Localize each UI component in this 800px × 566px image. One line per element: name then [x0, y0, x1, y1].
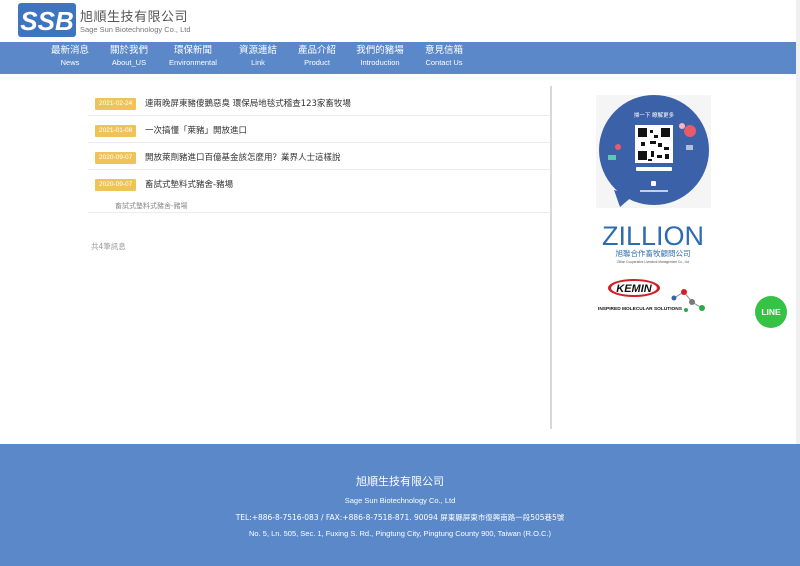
zillion-graphic: ZILLION 旭聯合作畜牧顧問公司 Zillion Cooperative L…	[602, 221, 704, 264]
nav-label-en: Introduction	[360, 58, 400, 67]
top-bar: SSB 旭順生技有限公司 Sage Sun Biotechnology Co.,…	[0, 0, 800, 42]
footer-company-en: Sage Sun Biotechnology Co., Ltd	[344, 496, 456, 505]
news-item[interactable]: 2021-02-24 連兩晚屏東豬傻鵝惡臭 環保局地毯式稽查123家畜牧場	[88, 89, 550, 116]
kemin-logo[interactable]: KEMIN INSPIRED MOLECULAR SOLUTIONS	[596, 276, 711, 318]
news-item[interactable]: 2020-09-07 開放萊劑豬進口百億基金該怎麼用？業界人士這樣說	[88, 143, 550, 170]
footer-company-cn: 旭順生技有限公司	[356, 475, 444, 488]
footer: 旭順生技有限公司 Sage Sun Biotechnology Co., Ltd…	[0, 444, 800, 566]
company-name-en: Sage Sun Biotechnology Co., Ltd	[80, 25, 191, 34]
news-date-badge: 2020-09-07	[95, 179, 137, 191]
logo-letters: SSB	[20, 6, 73, 36]
nav-label-en: News	[60, 58, 80, 67]
nav-item-about[interactable]: 關於我們 About_US	[102, 44, 156, 72]
ssb-logo[interactable]: SSB	[18, 3, 76, 37]
nav-item-product[interactable]: 產品介紹 Product	[291, 44, 343, 72]
nav-label-cn: 產品介紹	[297, 45, 336, 56]
news-title-link[interactable]: 開放萊劑豬進口百億基金該怎麼用？業界人士這樣說	[145, 151, 341, 163]
main-nav: 最新消息 News 關於我們 About_US 環保新聞 Environment…	[0, 42, 800, 74]
news-subtitle: 畜試式墊料式豬舍-豬場	[115, 202, 188, 210]
nav-item-contact[interactable]: 意見信箱 Contact Us	[417, 44, 471, 72]
nav-label-en: Link	[251, 58, 265, 67]
news-date-badge: 2021-02-24	[95, 98, 137, 110]
nav-label-cn: 最新消息	[50, 45, 89, 56]
qr-caption: 掃一下 瞭解更多	[634, 111, 675, 119]
news-list: 2021-02-24 連兩晚屏東豬傻鵝惡臭 環保局地毯式稽查123家畜牧場 20…	[84, 86, 552, 429]
kemin-graphic: KEMIN INSPIRED MOLECULAR SOLUTIONS	[598, 279, 705, 312]
footer-address-en: No. 5, Ln. 505, Sec. 1, Fuxing S. Rd., P…	[249, 529, 551, 538]
zillion-name-en: Zillion Cooperative Livestock Management…	[617, 260, 689, 264]
news-title-link[interactable]: 連兩晚屏東豬傻鵝惡臭 環保局地毯式稽查123家畜牧場	[145, 97, 351, 109]
news-item[interactable]: 2021-01-08 一次搞懂「萊豬」開放進口	[88, 116, 550, 143]
zillion-wordmark: ZILLION	[602, 221, 704, 251]
nav-label-en: About_US	[111, 58, 147, 67]
nav-item-introduction[interactable]: 我們的豬場 Introduction	[350, 44, 410, 72]
nav-label-en: Product	[304, 58, 330, 67]
nav-label-cn: 我們的豬場	[356, 45, 404, 56]
zillion-name-cn: 旭聯合作畜牧顧問公司	[616, 248, 691, 258]
line-chat-button[interactable]: LINE	[755, 296, 787, 328]
nav-label-cn: 環保新聞	[173, 45, 212, 56]
page: SSB 旭順生技有限公司 Sage Sun Biotechnology Co.,…	[0, 0, 800, 566]
qr-code-card[interactable]: 掃一下 瞭解更多	[596, 95, 711, 208]
nav-label-cn: 關於我們	[109, 45, 148, 56]
news-title-link[interactable]: 一次搞懂「萊豬」開放進口	[145, 124, 247, 136]
kemin-wordmark: KEMIN	[616, 283, 653, 295]
qr-graphic: 掃一下 瞭解更多	[599, 95, 709, 207]
kemin-tagline: INSPIRED MOLECULAR SOLUTIONS	[598, 306, 683, 312]
news-date-badge: 2020-09-07	[95, 152, 137, 164]
nav-item-environmental[interactable]: 環保新聞 Environmental	[163, 44, 223, 72]
nav-item-link[interactable]: 資源連結 Link	[232, 44, 284, 72]
zillion-logo[interactable]: ZILLION 旭聯合作畜牧顧問公司 Zillion Cooperative L…	[596, 218, 711, 268]
news-title-link[interactable]: 畜試式墊料式豬舍-豬場	[145, 178, 233, 190]
nav-label-cn: 資源連結	[238, 45, 277, 56]
news-date-badge: 2021-01-08	[95, 125, 137, 137]
nav-label-en: Environmental	[169, 58, 217, 67]
total-count: 共4筆訊息	[91, 242, 126, 251]
nav-item-news[interactable]: 最新消息 News	[44, 44, 96, 72]
nav-label-cn: 意見信箱	[424, 45, 463, 56]
nav-label-en: Contact Us	[425, 58, 463, 67]
footer-contact: TEL:+886-8-7516-083 / FAX:+886-8-7518-87…	[235, 513, 565, 522]
company-name-cn: 旭順生技有限公司	[80, 10, 189, 25]
